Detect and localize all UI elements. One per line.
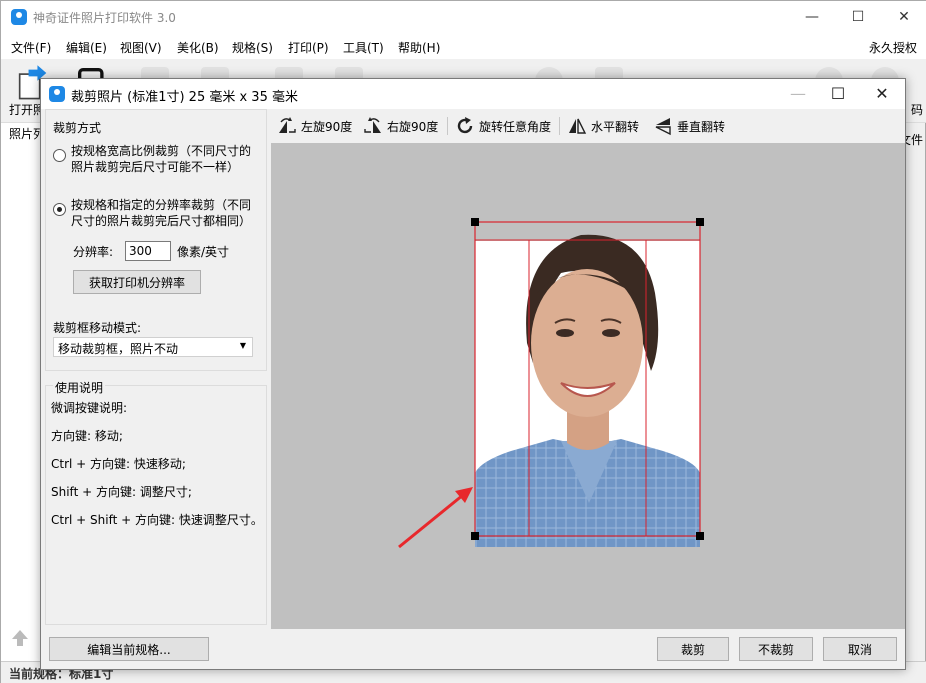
rotate-any-label: 旋转任意角度 [479,120,552,134]
crop-by-ratio-radio[interactable] [53,149,66,162]
dialog-title: 裁剪照片 (标准1寸) 25 毫米 x 35 毫米 [71,90,298,105]
annotation-arrow-icon [398,493,464,549]
right-strip-top: 码 [910,103,923,117]
dialog-minimize-icon[interactable]: — [777,79,819,109]
flip-horizontal-icon [569,118,587,134]
flip-vertical-icon [655,118,671,136]
dialog-close-icon[interactable]: ✕ [861,79,903,109]
move-mode-value: 移动裁剪框，照片不动 [58,342,179,356]
crop-by-resolution-radio[interactable] [53,203,66,216]
menu-edit[interactable]: 编辑(E) [66,39,107,56]
edit-spec-button[interactable]: 编辑当前规格... [49,637,209,661]
crop-by-resolution-label[interactable]: 按规格和指定的分辨率裁剪（不同尺寸的照片裁剪完后尺寸都相同） [71,197,257,229]
rotate-right-button[interactable]: 右旋90度 [363,116,441,136]
chevron-down-icon: ▼ [239,341,246,350]
move-mode-select[interactable]: 移动裁剪框，照片不动 ▼ [53,337,253,357]
menu-spec[interactable]: 规格(S) [232,39,273,56]
menu-print[interactable]: 打印(P) [288,39,329,56]
instruction-line: Shift + 方向键: 调整尺寸; [51,485,192,499]
scroll-up-icon[interactable] [9,627,31,649]
instruction-line: 方向键: 移动; [51,429,123,443]
resolution-input[interactable] [125,241,171,261]
flip-horizontal-label: 水平翻转 [591,120,640,134]
instruction-line: 微调按键说明: [51,401,128,415]
menu-view[interactable]: 视图(V) [120,39,162,56]
dialog-titlebar: 裁剪照片 (标准1寸) 25 毫米 x 35 毫米 — ☐ ✕ [41,79,905,109]
instruction-line: Ctrl + Shift + 方向键: 快速调整尺寸。 [51,513,263,527]
main-menubar: 文件(F) 编辑(E) 视图(V) 美化(B) 规格(S) 打印(P) 工具(T… [1,33,926,59]
menu-beautify[interactable]: 美化(B) [177,39,219,56]
cancel-button[interactable]: 取消 [823,637,897,661]
rotate-any-angle-button[interactable]: 旋转任意角度 [455,116,559,136]
rotate-right-icon [364,117,381,133]
portrait-eye-left [556,329,574,337]
flip-horizontal-button[interactable]: 水平翻转 [567,116,647,136]
instructions-title: 使用说明 [53,379,106,396]
crop-mode-title: 裁剪方式 [53,121,102,135]
app-title: 神奇证件照片打印软件 3.0 [33,11,176,25]
close-icon[interactable]: ✕ [881,1,926,33]
maximize-icon[interactable]: ☐ [835,1,881,33]
crop-handle-bottom-left[interactable] [471,532,479,540]
dialog-maximize-icon[interactable]: ☐ [817,79,859,109]
crop-handle-top-left[interactable] [471,218,479,226]
resolution-unit: 像素/英寸 [177,245,230,259]
dialog-button-bar: 编辑当前规格... 裁剪 不裁剪 取消 [41,629,905,669]
crop-by-ratio-label[interactable]: 按规格宽高比例裁剪（不同尺寸的照片裁剪完后尺寸可能不一样） [71,143,257,175]
instruction-line: Ctrl + 方向键: 快速移动; [51,457,186,471]
dialog-left-panel: 裁剪方式 按规格宽高比例裁剪（不同尺寸的照片裁剪完后尺寸可能不一样） 按规格和指… [43,109,269,629]
license-label: 永久授权 [868,41,917,55]
crop-canvas[interactable] [271,143,905,629]
crop-handle-bottom-right[interactable] [696,532,704,540]
portrait-eye-right [602,329,620,337]
toolbar-divider [447,117,448,135]
resolution-label: 分辨率: [73,245,114,259]
app-logo-icon [11,9,27,25]
flip-vertical-label: 垂直翻转 [677,120,726,134]
dialog-toolbar: 左旋90度 右旋90度 旋转任意角度 水平翻转 垂直翻转 [271,109,905,143]
instructions-group [45,385,267,625]
main-titlebar: 神奇证件照片打印软件 3.0 — ☐ ✕ [1,1,926,33]
menu-tools[interactable]: 工具(T) [343,39,384,56]
rotate-left-label: 左旋90度 [301,120,353,134]
minimize-icon[interactable]: — [789,1,835,33]
rotate-any-icon [457,117,473,134]
rotate-left-icon [279,117,296,133]
crop-button[interactable]: 裁剪 [657,637,729,661]
toolbar-divider [559,117,560,135]
crop-handle-top-right[interactable] [696,218,704,226]
rotate-left-button[interactable]: 左旋90度 [277,116,355,136]
flip-vertical-button[interactable]: 垂直翻转 [653,116,733,136]
get-printer-resolution-button[interactable]: 获取打印机分辨率 [73,270,201,294]
crop-preview [398,218,704,549]
menu-help[interactable]: 帮助(H) [398,39,440,56]
crop-photo-dialog: 裁剪照片 (标准1寸) 25 毫米 x 35 毫米 — ☐ ✕ 裁剪方式 按规格… [40,78,906,670]
rotate-right-label: 右旋90度 [387,120,439,134]
move-mode-label: 裁剪框移动模式: [53,321,142,335]
dialog-app-icon [49,86,65,102]
menu-file[interactable]: 文件(F) [11,39,51,56]
no-crop-button[interactable]: 不裁剪 [739,637,813,661]
